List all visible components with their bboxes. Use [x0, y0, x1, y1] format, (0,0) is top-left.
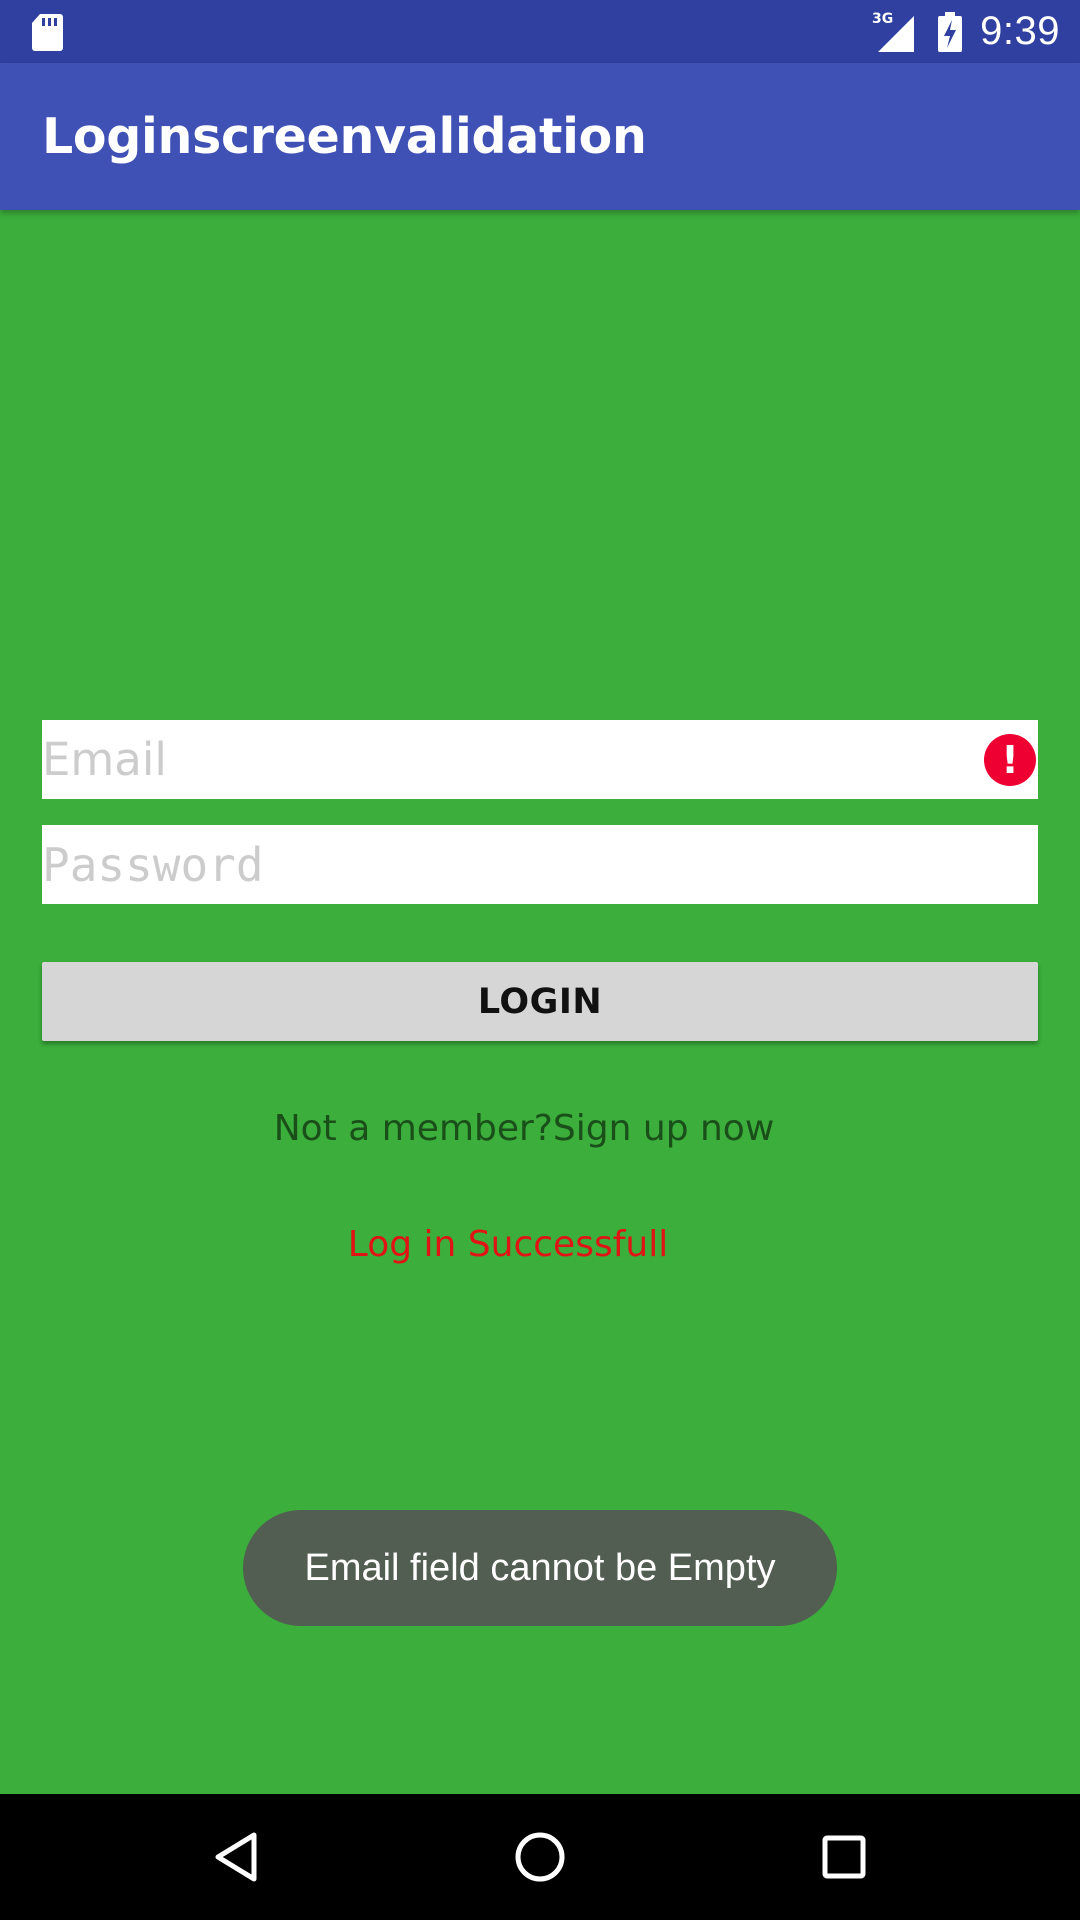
- recents-button[interactable]: [774, 1794, 914, 1920]
- battery-charging-icon: [938, 11, 963, 52]
- email-field[interactable]: !: [42, 720, 1038, 799]
- status-icons: 3G 9:39: [872, 0, 1060, 63]
- back-icon: [215, 1832, 257, 1882]
- sd-card-icon: [32, 14, 63, 51]
- signup-link[interactable]: Not a member?Sign up now: [0, 1108, 1048, 1149]
- login-status-text: Log in Successfull: [347, 1224, 669, 1265]
- recents-icon: [822, 1835, 866, 1879]
- home-icon: [515, 1832, 565, 1882]
- email-input[interactable]: [42, 720, 942, 799]
- login-button[interactable]: LOGIN: [42, 962, 1038, 1041]
- cellular-signal-icon: 3G: [872, 11, 915, 52]
- network-type-label: 3G: [872, 11, 893, 27]
- status-bar: 3G 9:39: [0, 0, 1080, 63]
- error-icon[interactable]: !: [984, 734, 1036, 786]
- home-button[interactable]: [470, 1794, 610, 1920]
- app-title: Loginscreenvalidation: [42, 108, 647, 165]
- toast-message: Email field cannot be Empty: [243, 1510, 837, 1626]
- navigation-bar: [0, 1794, 1080, 1920]
- password-field[interactable]: [42, 825, 1038, 904]
- password-input[interactable]: [42, 825, 942, 904]
- app-bar: Loginscreenvalidation: [0, 63, 1080, 210]
- back-button[interactable]: [166, 1794, 306, 1920]
- clock: 9:39: [980, 9, 1060, 53]
